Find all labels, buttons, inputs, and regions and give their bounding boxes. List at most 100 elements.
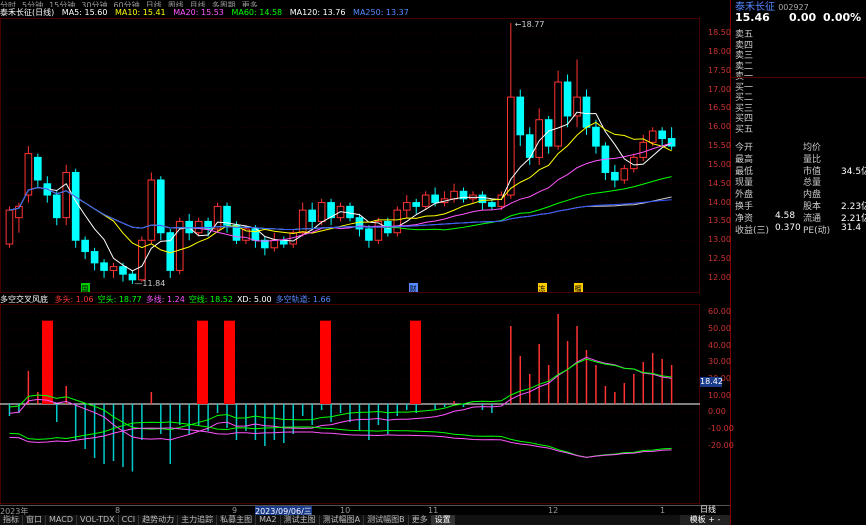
ma60-label: MA60: 14.58 xyxy=(231,8,283,17)
ma120-label: MA120: 13.76 xyxy=(289,8,346,17)
candle xyxy=(535,108,543,165)
candle xyxy=(62,164,71,226)
candle xyxy=(412,198,421,214)
price-tick: 17.00 xyxy=(708,84,731,94)
ma250-label: MA250: 13.37 xyxy=(353,8,409,17)
indicator-tab-5[interactable]: 趋势动力 xyxy=(139,515,179,525)
stat-label: PE(动) xyxy=(803,225,831,236)
candle xyxy=(90,247,99,271)
oscillator-line-3 xyxy=(9,427,672,458)
candle xyxy=(648,127,657,147)
indicator-value-2: 多线: 1.24 xyxy=(145,295,185,304)
candle xyxy=(658,127,666,147)
price-tick: 12.00 xyxy=(708,272,731,282)
indicator-name: 多空交叉风底 xyxy=(0,295,48,304)
date-label: 10 xyxy=(340,506,351,515)
candle xyxy=(270,232,279,252)
candle xyxy=(573,59,581,128)
indicator-tick: 60.00 xyxy=(708,307,731,317)
indicator-tab-11[interactable]: 测试幅图B xyxy=(364,515,409,525)
price-tick: 17.50 xyxy=(708,65,731,75)
signal-block xyxy=(410,320,421,404)
candle xyxy=(109,262,118,278)
indicator-value-3: 空线: 18.52 xyxy=(188,295,233,304)
candle xyxy=(507,22,515,199)
date-label: 1 xyxy=(660,506,666,515)
candle xyxy=(308,202,316,229)
ma-line-10 xyxy=(9,121,672,254)
candle xyxy=(393,206,402,237)
candle xyxy=(365,225,373,248)
signal-block xyxy=(42,320,53,404)
indicator-tab-9[interactable]: 测试主图 xyxy=(281,515,320,525)
price-tick: 13.00 xyxy=(708,235,731,245)
low-label: —11.84 xyxy=(134,279,165,288)
indicator-tick: 50.00 xyxy=(708,324,731,333)
candle xyxy=(374,217,383,245)
indicator-tick: 10.00 xyxy=(708,390,731,400)
indicator-tab-6[interactable]: 主力追踪 xyxy=(178,515,218,525)
indicator-tick: 0.00 xyxy=(708,407,726,417)
indicator-tab-7[interactable]: 私募主图 xyxy=(217,515,257,525)
indicator-tab-10[interactable]: 测试幅图A xyxy=(320,515,365,525)
candle xyxy=(355,213,364,237)
stat-value: 34.5亿 xyxy=(841,166,866,177)
candlestick-chart[interactable]: ←18.77 —11.84 国 财 冻 榴 xyxy=(0,18,700,293)
ma-line-5 xyxy=(9,111,672,272)
indicator-tab-4[interactable]: CCI xyxy=(119,515,140,525)
ma5-label: MA5: 15.60 xyxy=(61,8,108,17)
price-tick: 15.00 xyxy=(708,159,731,169)
indicator-value-1: 空头: 18.77 xyxy=(97,295,142,304)
period-toolbar: 分时 5分钟 15分钟 30分钟 60分钟 日线 周线 月线 多周期 更多 xyxy=(0,0,730,7)
candle xyxy=(563,74,572,128)
signal-block xyxy=(224,320,235,404)
indicator-tab-13[interactable]: 设置 xyxy=(431,515,455,525)
event-marker-label: 冻 xyxy=(539,284,546,293)
template-button[interactable]: 模板 + - xyxy=(680,515,730,525)
price-change: 0.00 xyxy=(789,11,817,24)
candle xyxy=(5,206,14,248)
candle xyxy=(667,127,676,150)
candle xyxy=(440,191,449,207)
indicator-tab-12[interactable]: 更多 xyxy=(409,515,432,525)
price-tick: 18.00 xyxy=(708,46,731,56)
indicator-value-4: XD: 5.00 xyxy=(236,295,272,304)
stock-title: 泰禾长征(日线) xyxy=(0,8,55,17)
event-marker-label: 榴 xyxy=(575,284,582,293)
indicator-tab-0[interactable]: 指标 xyxy=(0,515,23,525)
price-tick: 13.50 xyxy=(708,216,731,226)
oscillator-line-1 xyxy=(9,358,672,431)
stat-value: 31.4 xyxy=(841,222,862,233)
event-marker-label: 国 xyxy=(82,285,89,293)
current-value-badge: 18.42 xyxy=(700,376,723,387)
pct-change: 0.00% xyxy=(823,11,862,24)
indicator-tab-8[interactable]: MA2 xyxy=(256,515,281,525)
candle xyxy=(620,164,629,184)
candle xyxy=(213,202,222,233)
indicator-tick: -20.00 xyxy=(708,440,734,450)
price-tick: 12.50 xyxy=(708,254,731,264)
candle xyxy=(516,89,525,147)
candle xyxy=(71,168,80,248)
indicator-tab-2[interactable]: MACD xyxy=(46,515,77,525)
stat-value: 0.370 xyxy=(775,222,801,233)
signal-block xyxy=(197,320,208,404)
period-day-button[interactable]: 日线 xyxy=(700,505,730,515)
ma10-label: MA10: 15.41 xyxy=(114,8,166,17)
candle xyxy=(346,202,354,222)
candle xyxy=(34,153,42,188)
indicator-chart[interactable] xyxy=(0,304,700,504)
candle xyxy=(544,115,553,154)
price-tick: 14.00 xyxy=(708,197,731,207)
indicator-tab-1[interactable]: 窗口 xyxy=(23,515,46,525)
date-label: 8 xyxy=(115,506,121,515)
indicator-value-0: 多头: 1.06 xyxy=(54,295,94,304)
indicator-tick: -10.00 xyxy=(708,424,734,433)
date-label: 11 xyxy=(428,506,439,515)
date-label: 12 xyxy=(548,506,559,515)
order-book-row: 买五 xyxy=(735,124,754,135)
candle xyxy=(525,127,534,165)
candle xyxy=(421,191,430,211)
indicator-tab-3[interactable]: VOL-TDX xyxy=(77,515,119,525)
candle xyxy=(402,195,411,218)
